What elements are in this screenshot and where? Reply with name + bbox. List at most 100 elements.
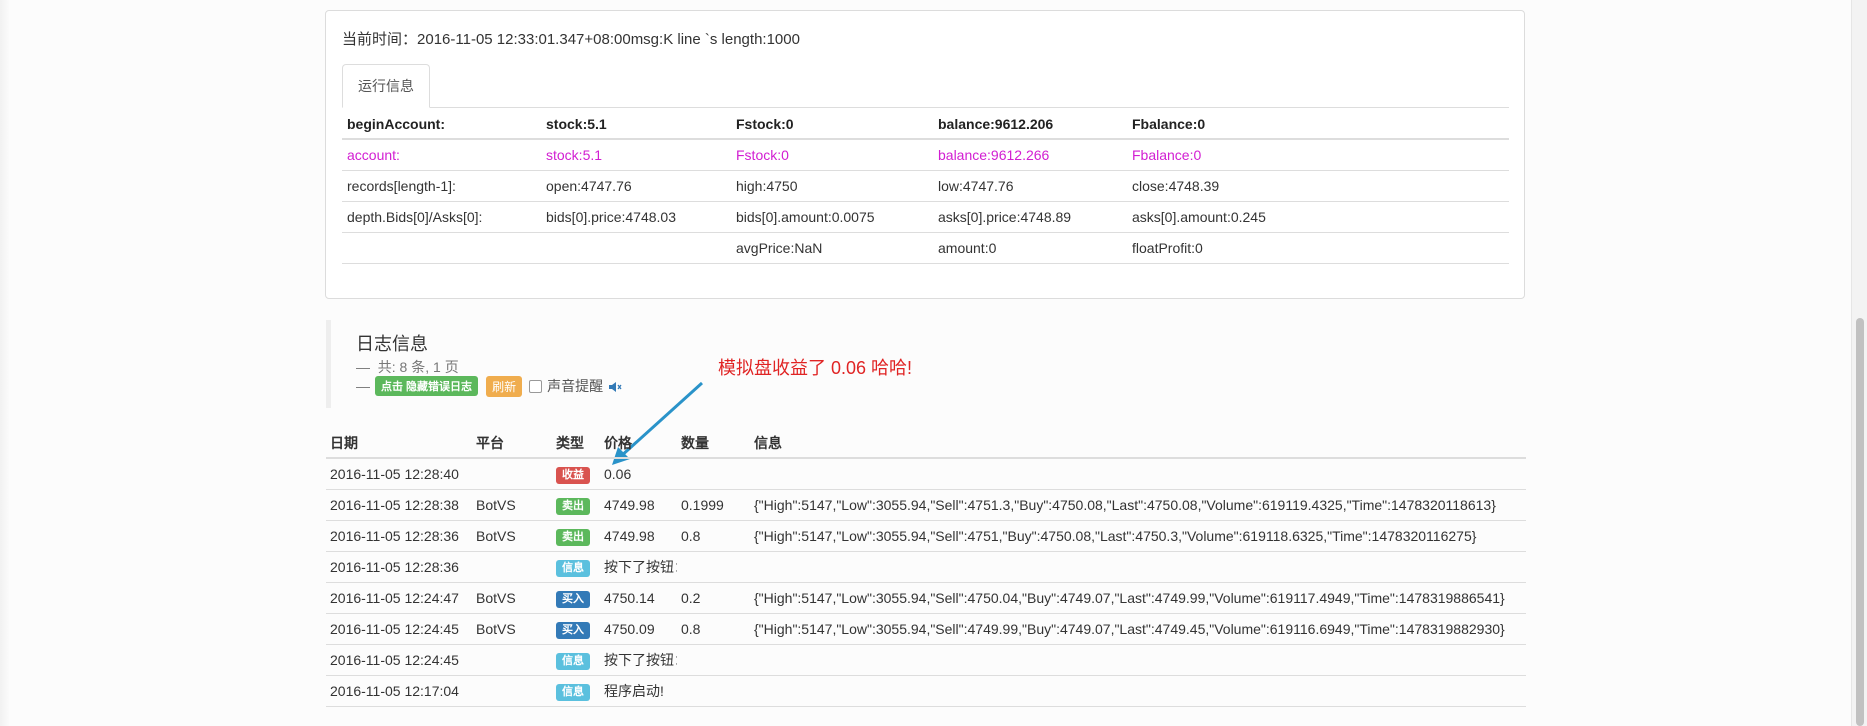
log-amount: 0.8 xyxy=(677,520,750,552)
log-price: 按下了按钮： cmdCover xyxy=(600,551,677,583)
run-cell: floatProfit:0 xyxy=(1127,232,1509,264)
log-info: {"High":5147,"Low":3055.94,"Sell":4751.3… xyxy=(750,489,1526,521)
log-info xyxy=(750,551,1526,583)
log-amount xyxy=(677,675,750,707)
run-table-header: beginAccount: stock:5.1 Fstock:0 balance… xyxy=(342,109,1509,140)
run-cell: asks[0].amount:0.245 xyxy=(1127,201,1509,233)
run-cell: depth.Bids[0]/Asks[0]: xyxy=(342,201,541,233)
dash: — xyxy=(356,378,370,394)
log-price: 4750.09 xyxy=(600,613,677,645)
log-controls: — 点击 隐藏错误日志 刷新 声音提醒 xyxy=(356,375,622,397)
table-row: 2016-11-05 12:28:40 收益 0.06 xyxy=(326,457,1526,490)
log-date: 2016-11-05 12:28:36 xyxy=(326,520,472,552)
log-title: 日志信息 xyxy=(356,334,428,354)
table-row: 2016-11-05 12:24:45 信息 按下了按钮： cmdOpen xyxy=(326,644,1526,676)
col-header-price: 价格 xyxy=(600,428,677,459)
log-price: 程序启动! xyxy=(600,675,677,707)
scrollbar-thumb[interactable] xyxy=(1856,318,1864,726)
type-label: 买入 xyxy=(556,590,590,608)
run-info-panel: 当前时间：2016-11-05 12:33:01.347+08:00msg:K … xyxy=(325,10,1525,299)
log-info xyxy=(750,644,1526,676)
log-platform: BotVS xyxy=(472,520,552,552)
col-header-date: 日期 xyxy=(326,428,472,459)
log-amount xyxy=(677,457,750,490)
log-table: 日期 平台 类型 价格 数量 信息 2016-11-05 12:28:40 收益… xyxy=(326,428,1526,707)
log-date: 2016-11-05 12:28:36 xyxy=(326,551,472,583)
log-price: 按下了按钮： cmdOpen xyxy=(600,644,677,676)
run-cell: stock:5.1 xyxy=(541,138,731,171)
run-cell xyxy=(541,232,731,264)
status-msg: msg:K line `s length:1000 xyxy=(630,31,800,48)
log-info: {"High":5147,"Low":3055.94,"Sell":4751,"… xyxy=(750,520,1526,552)
log-date: 2016-11-05 12:28:40 xyxy=(326,457,472,490)
log-type-cell: 卖出 xyxy=(552,489,600,521)
run-table-row: avgPrice:NaN amount:0 floatProfit:0 xyxy=(342,232,1509,264)
log-price: 4749.98 xyxy=(600,520,677,552)
run-cell: Fstock:0 xyxy=(731,109,933,140)
run-info-table: beginAccount: stock:5.1 Fstock:0 balance… xyxy=(342,109,1509,264)
log-amount xyxy=(677,551,750,583)
run-cell: Fbalance:0 xyxy=(1127,138,1509,171)
refresh-button[interactable]: 刷新 xyxy=(486,375,523,397)
log-price: 4750.14 xyxy=(600,582,677,614)
run-cell: open:4747.76 xyxy=(541,170,731,202)
tab-run-info[interactable]: 运行信息 xyxy=(342,64,430,108)
table-row: 2016-11-05 12:28:36 信息 按下了按钮： cmdCover xyxy=(326,551,1526,583)
log-platform: BotVS xyxy=(472,582,552,614)
col-header-info: 信息 xyxy=(750,428,1526,459)
log-price: 4749.98 xyxy=(600,489,677,521)
log-platform: BotVS xyxy=(472,613,552,645)
log-type-cell: 收益 xyxy=(552,457,600,490)
log-platform: BotVS xyxy=(472,489,552,521)
log-header: 日志信息 — 共: 8 条, 1 页 — 点击 隐藏错误日志 刷新 声音提醒 xyxy=(326,320,622,408)
status-line: 当前时间：2016-11-05 12:33:01.347+08:00msg:K … xyxy=(342,28,800,49)
log-count-text: 共: 8 条, 1 页 xyxy=(377,359,459,375)
table-row: 2016-11-05 12:24:45 BotVS 买入 4750.09 0.8… xyxy=(326,613,1526,645)
run-cell: amount:0 xyxy=(933,232,1127,264)
log-amount: 0.8 xyxy=(677,613,750,645)
log-amount: 0.2 xyxy=(677,582,750,614)
run-cell: balance:9612.206 xyxy=(933,109,1127,140)
run-cell: low:4747.76 xyxy=(933,170,1127,202)
type-label: 收益 xyxy=(556,466,590,484)
status-time: 2016-11-05 12:33:01.347+08:00 xyxy=(417,31,631,48)
scrollbar[interactable] xyxy=(1851,0,1867,726)
log-date: 2016-11-05 12:17:04 xyxy=(326,675,472,707)
table-row: 2016-11-05 12:17:04 信息 程序启动! xyxy=(326,675,1526,707)
log-platform xyxy=(472,457,552,490)
log-info xyxy=(750,675,1526,707)
type-label: 卖出 xyxy=(556,497,590,515)
log-platform xyxy=(472,675,552,707)
annotation-text: 模拟盘收益了 0.06 哈哈! xyxy=(718,358,913,378)
log-amount: 0.1999 xyxy=(677,489,750,521)
col-header-amount: 数量 xyxy=(677,428,750,459)
run-table-row: records[length-1]: open:4747.76 high:475… xyxy=(342,170,1509,202)
run-table-row: account: stock:5.1 Fstock:0 balance:9612… xyxy=(342,138,1509,171)
run-cell: account: xyxy=(342,138,541,171)
log-info: {"High":5147,"Low":3055.94,"Sell":4749.9… xyxy=(750,613,1526,645)
log-price: 0.06 xyxy=(600,457,677,490)
page-left-edge xyxy=(0,0,10,726)
run-cell: close:4748.39 xyxy=(1127,170,1509,202)
type-label: 信息 xyxy=(556,652,590,670)
run-table-row: depth.Bids[0]/Asks[0]: bids[0].price:474… xyxy=(342,201,1509,233)
sound-alert-checkbox[interactable] xyxy=(529,379,543,393)
log-info: {"High":5147,"Low":3055.94,"Sell":4750.0… xyxy=(750,582,1526,614)
run-cell: Fstock:0 xyxy=(731,138,933,171)
log-amount xyxy=(677,644,750,676)
col-header-type: 类型 xyxy=(552,428,600,459)
log-type-cell: 买入 xyxy=(552,613,600,645)
log-date: 2016-11-05 12:24:45 xyxy=(326,613,472,645)
run-cell: beginAccount: xyxy=(342,109,541,140)
hide-error-log-button[interactable]: 点击 隐藏错误日志 xyxy=(375,376,479,396)
dash: — xyxy=(356,359,370,375)
run-cell: bids[0].price:4748.03 xyxy=(541,201,731,233)
status-label: 当前时间： xyxy=(342,31,418,48)
log-date: 2016-11-05 12:24:45 xyxy=(326,644,472,676)
run-cell: stock:5.1 xyxy=(541,109,731,140)
tab-bar: 运行信息 xyxy=(342,55,1509,108)
table-row: 2016-11-05 12:24:47 BotVS 买入 4750.14 0.2… xyxy=(326,582,1526,614)
log-count: — 共: 8 条, 1 页 xyxy=(356,357,459,377)
type-label: 信息 xyxy=(556,683,590,701)
log-platform xyxy=(472,551,552,583)
